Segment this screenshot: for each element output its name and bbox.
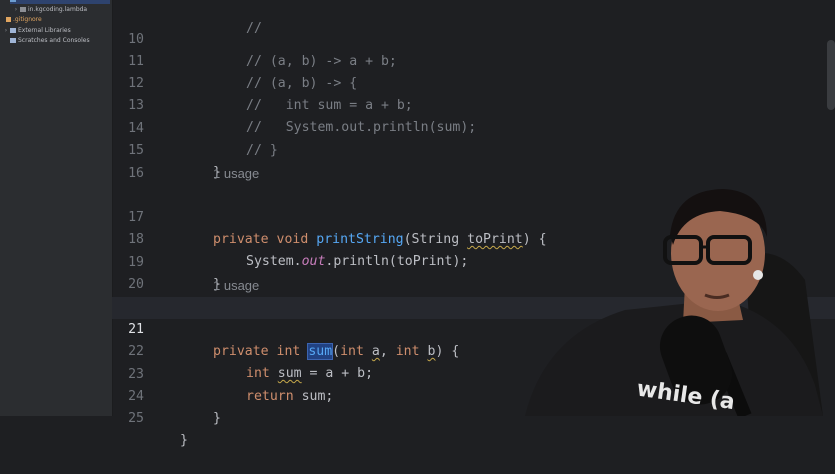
line-number: 25 xyxy=(128,411,144,426)
code-line-14: 14 // } xyxy=(112,96,835,158)
tree-item-package[interactable]: › in.kgcoding.lambda xyxy=(12,5,87,15)
chevron-right-icon[interactable]: › xyxy=(12,5,20,15)
package-icon xyxy=(20,7,26,12)
code-text: } xyxy=(213,411,221,426)
usage-hint[interactable]: 1 usage xyxy=(213,275,259,297)
tree-item-external-libraries-label: External Libraries xyxy=(18,27,71,34)
usage-hint[interactable]: 1 usage xyxy=(213,163,259,185)
code-text: } xyxy=(180,433,188,448)
earbud-icon xyxy=(753,270,763,280)
line-number: 20 xyxy=(128,277,144,292)
line-number: 16 xyxy=(128,166,144,181)
tree-item-selected[interactable] xyxy=(10,0,110,4)
code-line-11: 11 // (a, b) -> { xyxy=(112,29,835,91)
presenter-video-overlay: while (a xyxy=(525,189,823,416)
folder-icon xyxy=(10,0,16,2)
chevron-right-icon[interactable]: › xyxy=(2,26,10,36)
file-icon xyxy=(6,17,11,22)
editor-scrollbar[interactable] xyxy=(827,40,835,110)
code-line-15: 15 } xyxy=(112,118,835,180)
tree-item-package-label: in.kgcoding.lambda xyxy=(28,6,88,13)
tree-item-scratches[interactable]: Scratches and Consoles xyxy=(2,36,90,46)
code-line-10: 10 // (a, b) -> a + b; xyxy=(112,7,835,69)
tree-item-gitignore[interactable]: .gitignore xyxy=(6,15,42,25)
code-line-12: 12 // int sum = a + b; xyxy=(112,51,835,113)
console-icon xyxy=(10,38,16,43)
code-line-16: 16 xyxy=(112,141,835,181)
tree-item-gitignore-label: .gitignore xyxy=(13,16,42,23)
tree-item-external-libraries[interactable]: › External Libraries xyxy=(2,26,71,36)
tree-item-scratches-label: Scratches and Consoles xyxy=(18,37,90,44)
code-line-13: 13 // System.out.println(sum); xyxy=(112,73,835,135)
project-sidebar: › in.kgcoding.lambda .gitignore › External… xyxy=(0,0,113,416)
library-icon xyxy=(10,28,16,33)
